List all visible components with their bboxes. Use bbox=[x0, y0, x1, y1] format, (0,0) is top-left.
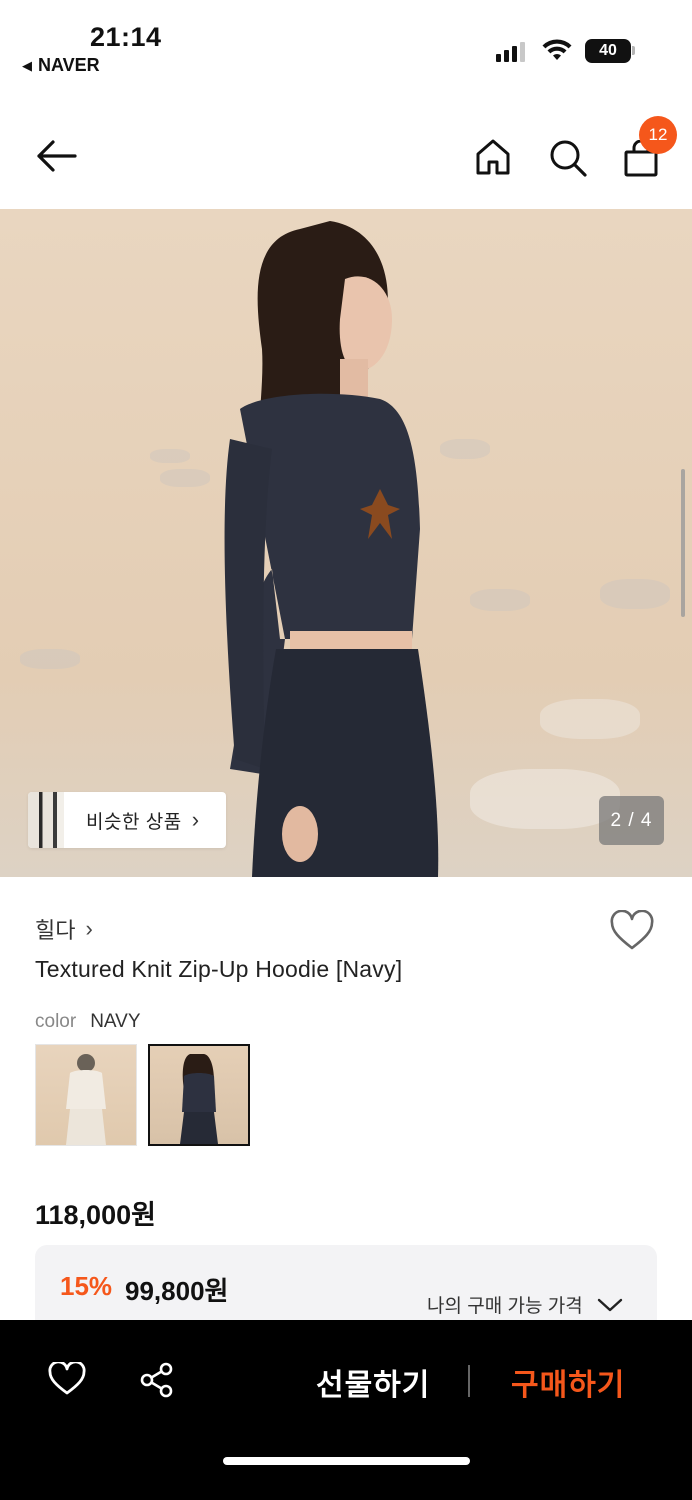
chevron-down-icon bbox=[597, 1298, 622, 1311]
back-to-app-link[interactable]: ◀ NAVER bbox=[22, 55, 100, 76]
similar-products-label: 비슷한 상품 bbox=[86, 811, 182, 833]
back-app-label: NAVER bbox=[38, 55, 100, 75]
share-icon[interactable] bbox=[139, 1362, 175, 1398]
swatch-model-image bbox=[180, 1054, 218, 1144]
product-image-gallery[interactable] bbox=[0, 209, 692, 877]
battery-icon: 40 bbox=[585, 39, 631, 63]
my-price-toggle[interactable]: 나의 구매 가능 가격 bbox=[427, 1291, 623, 1318]
original-price: 118,000원 bbox=[35, 1200, 156, 1230]
brand-link[interactable]: 힐다 › bbox=[35, 913, 93, 945]
color-swatch-ivory[interactable] bbox=[35, 1044, 137, 1146]
back-triangle-icon: ◀ bbox=[22, 57, 32, 73]
discount-percent: 15% bbox=[60, 1271, 113, 1301]
cart-count-badge: 12 bbox=[639, 116, 677, 154]
wifi-icon bbox=[542, 39, 572, 60]
similar-products-button[interactable]: 비슷한 상품 › bbox=[28, 792, 226, 848]
color-selector-label: color NAVY bbox=[35, 1011, 141, 1033]
battery-cap bbox=[632, 46, 635, 55]
model-photo bbox=[224, 221, 439, 877]
home-indicator[interactable] bbox=[223, 1457, 470, 1465]
product-title: Textured Knit Zip-Up Hoodie [Navy] bbox=[35, 956, 403, 982]
gallery-scroll-indicator bbox=[681, 469, 685, 617]
color-value: NAVY bbox=[90, 1011, 141, 1032]
discount-price: 99,800원 bbox=[125, 1276, 229, 1306]
back-arrow-icon[interactable] bbox=[35, 138, 77, 174]
bottom-action-bar: 선물하기 구매하기 bbox=[0, 1320, 692, 1500]
status-bar: 21:14 ◀ NAVER 40 bbox=[0, 0, 692, 90]
buy-button[interactable]: 구매하기 bbox=[511, 1360, 625, 1404]
my-price-label: 나의 구매 가능 가격 bbox=[427, 1296, 583, 1317]
color-swatch-navy[interactable] bbox=[148, 1044, 250, 1146]
wishlist-heart-icon[interactable] bbox=[609, 910, 655, 952]
chevron-right-icon: › bbox=[191, 807, 200, 832]
cellular-signal-icon bbox=[496, 40, 525, 62]
button-divider bbox=[468, 1365, 470, 1397]
gallery-page-indicator: 2 / 4 bbox=[599, 796, 664, 845]
search-icon[interactable] bbox=[548, 138, 588, 178]
heart-icon[interactable] bbox=[48, 1362, 86, 1396]
similar-product-thumbnail bbox=[28, 792, 64, 848]
home-icon[interactable] bbox=[475, 138, 511, 176]
chevron-right-icon: › bbox=[85, 916, 93, 941]
swatch-model-image bbox=[66, 1054, 106, 1145]
brand-name: 힐다 bbox=[35, 918, 76, 943]
top-nav-bar bbox=[0, 110, 692, 205]
status-time: 21:14 bbox=[90, 22, 162, 52]
color-label: color bbox=[35, 1011, 77, 1032]
gift-button[interactable]: 선물하기 bbox=[316, 1360, 430, 1404]
